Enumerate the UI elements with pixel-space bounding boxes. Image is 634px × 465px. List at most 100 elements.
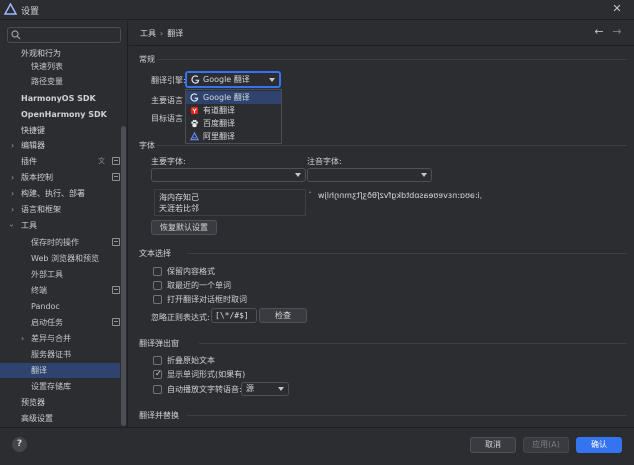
keep-format-checkbox[interactable] — [153, 267, 162, 276]
section-divider — [157, 59, 627, 60]
autoplay-source-value: 源 — [246, 384, 254, 393]
close-icon[interactable]: ✕ — [610, 2, 624, 16]
sidebar-item-label: 路径变量 — [31, 77, 63, 86]
chevron-right-icon: › — [11, 189, 15, 198]
header-divider — [129, 45, 634, 46]
dialog-footer: ? 取消 应用(A) 确认 — [0, 427, 634, 465]
sidebar-item-openharmony-sdk[interactable]: OpenHarmony SDK — [0, 107, 120, 122]
preview-line-1: 海内存知己 — [159, 193, 199, 202]
breadcrumb: 工具 › 翻译 — [140, 28, 183, 39]
sidebar-item-build-execution[interactable]: › 构建、执行、部署 — [0, 186, 120, 201]
settings-sidebar: 外观和行为 快速列表 路径变量 HarmonyOS SDK OpenHarmon… — [0, 21, 128, 427]
sidebar-item-previewer[interactable]: 预览器 — [0, 395, 120, 410]
sidebar-item-label: OpenHarmony SDK — [21, 110, 107, 119]
sidebar-item-label: 语言和框架 — [21, 205, 61, 214]
sidebar-item-startup-tasks[interactable]: 启动任务 — [0, 315, 120, 330]
engine-option-label: 阿里翻译 — [203, 132, 235, 141]
section-divider — [187, 253, 627, 254]
sidebar-item-pandoc[interactable]: Pandoc — [0, 299, 120, 314]
take-word-on-open-checkbox[interactable] — [153, 295, 162, 304]
engine-option-youdao[interactable]: 有道翻译 — [186, 104, 281, 117]
search-box[interactable] — [7, 27, 121, 43]
sidebar-scrollbar[interactable] — [121, 126, 126, 426]
sidebar-item-label: 构建、执行、部署 — [21, 189, 85, 198]
fold-original-label: 折叠原始文本 — [167, 356, 215, 365]
sidebar-item-label: Web 浏览器和预览 — [31, 254, 99, 263]
sidebar-item-server-certificates[interactable]: 服务器证书 — [0, 347, 120, 362]
engine-dropdown-popup: Google 翻译 有道翻译 百度翻译 阿里翻译 — [185, 89, 282, 144]
ignore-regex-label: 忽略正则表达式: — [151, 313, 210, 322]
phonetic-font-select[interactable] — [307, 168, 432, 182]
section-title-general: 常规 — [139, 55, 155, 64]
settings-content: 工具 › 翻译 ← → 常规 翻译引擎: Google 翻译 主要语言 目标语言 字… — [129, 21, 634, 427]
sidebar-item-label: 插件 — [21, 157, 37, 166]
breadcrumb-parent[interactable]: 工具 — [140, 29, 156, 38]
cancel-button[interactable]: 取消 — [470, 437, 516, 453]
check-regex-button[interactable]: 检查 — [259, 308, 307, 323]
primary-language-label: 主要语言 — [151, 96, 183, 105]
sidebar-item-editor[interactable]: › 编辑器 — [0, 138, 120, 153]
sidebar-item-languages[interactable]: › 语言和框架 — [0, 202, 120, 217]
search-input[interactable] — [26, 29, 116, 41]
phonetic-preview: ˌiːəʊɑːnɛvɐʊeasɒbtdkgfvzʃθðʒʃtʒmnŋhljw — [318, 191, 482, 200]
autoplay-tts-label: 自动播放文字转语音: — [167, 385, 242, 394]
sidebar-item-web-browsers[interactable]: Web 浏览器和预览 — [0, 251, 120, 266]
autoplay-tts-checkbox[interactable] — [153, 385, 162, 394]
settings-scope-icon — [112, 318, 120, 326]
section-title-translate-replace: 翻译并替换 — [139, 411, 179, 420]
font-preview-box: 海内存知己 天涯若比邻 — [154, 189, 306, 216]
sidebar-item-label: 启动任务 — [31, 318, 63, 327]
sidebar-item-tools[interactable]: › 工具 — [0, 218, 120, 233]
sidebar-item-label: 保存时的操作 — [31, 238, 79, 247]
sidebar-item-advanced[interactable]: 高级设置 — [0, 411, 120, 426]
sidebar-item-label: 差异与合并 — [31, 334, 71, 343]
sidebar-item-settings-repository[interactable]: 设置存储库 — [0, 379, 120, 394]
take-word-on-open-label: 打开翻译对话框时取词 — [167, 295, 247, 304]
sidebar-item-label: 外部工具 — [31, 270, 63, 279]
google-icon — [191, 75, 200, 84]
sidebar-item-actions-on-save[interactable]: 保存时的操作 — [0, 235, 120, 250]
sidebar-item-label: 终端 — [31, 286, 47, 295]
show-word-forms-checkbox[interactable]: ✓ — [153, 369, 162, 379]
sidebar-item-label: 工具 — [21, 221, 37, 230]
checkmark-icon: ✓ — [155, 369, 162, 378]
sidebar-item-label: 预览器 — [21, 398, 45, 407]
sidebar-item-quick-lists[interactable]: 快速列表 — [0, 59, 120, 74]
chevron-down-icon — [269, 78, 275, 82]
sidebar-item-diff-merge[interactable]: › 差异与合并 — [0, 331, 120, 346]
phonetic-font-label: 注音字体: — [307, 157, 342, 166]
forward-arrow-icon[interactable]: → — [611, 25, 623, 39]
sidebar-item-harmonyos-sdk[interactable]: HarmonyOS SDK — [0, 91, 120, 106]
restore-defaults-button[interactable]: 恢复默认设置 — [151, 220, 217, 235]
sidebar-item-terminal[interactable]: 终端 — [0, 283, 120, 298]
sidebar-item-version-control[interactable]: › 版本控制 — [0, 170, 120, 185]
help-icon[interactable]: ? — [12, 437, 27, 452]
engine-option-google[interactable]: Google 翻译 — [186, 91, 281, 104]
sidebar-item-keymap[interactable]: 快捷键 — [0, 123, 120, 138]
phonetic-preview-mark: ˆ — [308, 191, 312, 200]
fold-original-checkbox[interactable] — [153, 356, 162, 365]
back-arrow-icon[interactable]: ← — [593, 25, 605, 39]
sidebar-item-label: 服务器证书 — [31, 350, 71, 359]
ignore-regex-input[interactable]: [\*/#$] — [211, 308, 257, 323]
sidebar-item-path-variables[interactable]: 路径变量 — [0, 74, 120, 89]
engine-option-alibaba[interactable]: 阿里翻译 — [186, 130, 281, 143]
alibaba-icon — [190, 132, 199, 141]
sidebar-item-plugins[interactable]: 插件 文 — [0, 154, 120, 169]
nearest-word-checkbox[interactable] — [153, 281, 162, 290]
autoplay-source-select[interactable]: 源 — [241, 382, 289, 396]
sidebar-item-translation[interactable]: 翻译 — [0, 363, 120, 378]
engine-select[interactable]: Google 翻译 — [185, 71, 281, 88]
primary-font-select[interactable] — [151, 168, 306, 182]
sidebar-item-external-tools[interactable]: 外部工具 — [0, 267, 120, 282]
window-title: 设置 — [21, 7, 40, 17]
apply-button[interactable]: 应用(A) — [523, 437, 569, 453]
primary-font-label: 主要字体: — [151, 157, 186, 166]
sidebar-item-label: HarmonyOS SDK — [21, 94, 96, 103]
nearest-word-label: 取最近的一个单词 — [167, 281, 231, 290]
settings-scope-icon — [112, 238, 120, 246]
engine-option-baidu[interactable]: 百度翻译 — [186, 117, 281, 130]
show-word-forms-label: 显示单词形式(如果有) — [167, 370, 246, 379]
chevron-down-icon — [278, 387, 284, 391]
ok-button[interactable]: 确认 — [576, 437, 622, 453]
